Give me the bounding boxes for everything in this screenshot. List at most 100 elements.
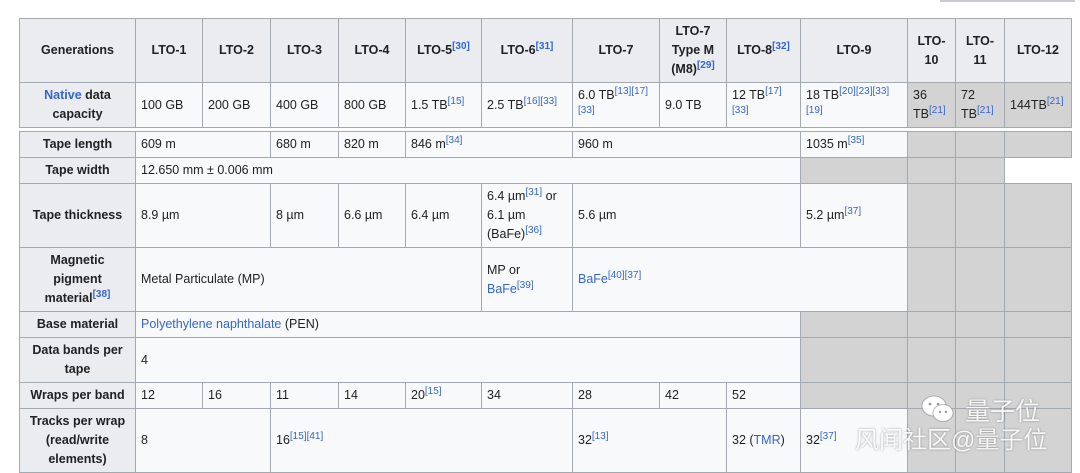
reference-link[interactable]: [41] xyxy=(307,431,324,442)
reference-link[interactable]: [33] xyxy=(540,95,557,106)
reference-link[interactable]: [15] xyxy=(290,431,307,442)
cell-text: 6.4 µm xyxy=(487,189,526,203)
unavailable-cell xyxy=(800,311,908,338)
citation: [21] xyxy=(1047,95,1064,106)
citation: [40] xyxy=(608,270,625,281)
wiki-link[interactable]: Polyethylene naphthalate xyxy=(141,317,281,331)
citation: [35] xyxy=(848,135,865,146)
citation: [33] xyxy=(732,105,749,116)
reference-link[interactable]: [21] xyxy=(1047,95,1064,106)
table-cell: 9.0 TB xyxy=(659,82,727,128)
header-row: Generations LTO-1 LTO-2 LTO-3 LTO-4 LTO-5[30]… xyxy=(19,18,1072,83)
reference-link[interactable]: [29] xyxy=(697,60,715,71)
table-cell: Metal Particulate (MP) xyxy=(135,247,482,312)
cell-text: 1.5 TB xyxy=(411,97,448,112)
generations-header: Generations xyxy=(19,18,136,83)
row-header: Data bands per tape xyxy=(19,337,136,383)
cell-text: 6.6 µm xyxy=(344,208,383,222)
reference-link[interactable]: [37] xyxy=(844,206,861,217)
wiki-link[interactable]: Native xyxy=(44,88,82,102)
table-cell: BaFe[40][37] xyxy=(572,247,908,312)
reference-link[interactable]: [15] xyxy=(448,95,465,106)
reference-link[interactable]: [13] xyxy=(592,431,609,442)
reference-link[interactable]: [37] xyxy=(820,431,837,442)
unavailable-cell xyxy=(800,337,908,383)
reference-link[interactable]: [38] xyxy=(93,289,111,300)
reference-link[interactable]: [16] xyxy=(524,95,541,106)
row-header: Tape length xyxy=(19,131,136,158)
reference-link[interactable]: [37] xyxy=(625,270,642,281)
citation: [15] xyxy=(448,95,465,106)
reference-link[interactable]: [17] xyxy=(765,86,782,97)
cell-text: 200 GB xyxy=(208,97,251,112)
citation: [38] xyxy=(93,289,111,300)
unavailable-cell xyxy=(1004,131,1072,158)
table-cell: 400 GB xyxy=(270,82,339,128)
unavailable-cell xyxy=(907,247,956,312)
citation: [36] xyxy=(525,225,542,236)
cell-text: Metal Particulate (MP) xyxy=(141,272,265,286)
citation: [37] xyxy=(625,270,642,281)
unavailable-cell xyxy=(955,183,1005,248)
cell-text: 20 xyxy=(411,388,425,402)
reference-link[interactable]: [31] xyxy=(525,187,542,198)
citation: [15] xyxy=(425,386,442,397)
generation-header: LTO-6[31] xyxy=(481,18,573,83)
unavailable-cell xyxy=(1004,408,1072,473)
unavailable-cell xyxy=(955,408,1005,473)
cell-text: 846 m xyxy=(411,137,446,151)
cell-text: 8 xyxy=(141,433,148,447)
cell-text: 8.9 µm xyxy=(141,208,180,222)
wiki-link[interactable]: BaFe xyxy=(487,282,517,296)
reference-link[interactable]: [40] xyxy=(608,270,625,281)
cell-text: 9.0 TB xyxy=(665,97,702,112)
table-cell: 8.9 µm xyxy=(135,183,271,248)
table-cell: 34 xyxy=(481,382,573,409)
wiki-link[interactable]: TMR xyxy=(754,433,781,447)
citation: [21] xyxy=(929,105,946,116)
cell-text: Generations xyxy=(41,43,114,57)
reference-link[interactable]: [32] xyxy=(772,41,790,52)
lto-generations-table: Generations LTO-1 LTO-2 LTO-3 LTO-4 LTO-5[30]… xyxy=(19,18,1072,473)
wiki-link[interactable]: BaFe xyxy=(578,272,608,286)
reference-link[interactable]: [33] xyxy=(732,105,749,116)
reference-link[interactable]: [33] xyxy=(578,105,595,116)
reference-link[interactable]: [20] xyxy=(839,86,856,97)
table-cell: 18 TB[20][23][33] [19] xyxy=(800,82,908,128)
generation-header: LTO-11 xyxy=(955,18,1005,83)
cell-text: 1035 m xyxy=(806,137,848,151)
citation: [13] xyxy=(615,86,632,97)
cell-text: 144TB xyxy=(1010,97,1047,112)
cell-text: 52 xyxy=(732,388,746,402)
table-cell: 8 xyxy=(135,408,271,473)
citation: [31] xyxy=(525,187,542,198)
reference-link[interactable]: [23] xyxy=(856,86,873,97)
generation-header: LTO-12 xyxy=(1004,18,1072,83)
cell-text: (PEN) xyxy=(281,317,319,331)
table-row: Tape width 12.650 mm ± 0.006 mm xyxy=(19,157,1072,184)
reference-link[interactable]: [39] xyxy=(517,279,534,290)
reference-link[interactable]: [15] xyxy=(425,386,442,397)
table-cell: 200 GB xyxy=(202,82,271,128)
cell-text: 72 TB xyxy=(961,88,977,121)
reference-link[interactable]: [35] xyxy=(848,135,865,146)
reference-link[interactable]: [31] xyxy=(536,41,554,52)
reference-link[interactable]: [21] xyxy=(929,105,946,116)
reference-link[interactable]: [19] xyxy=(806,105,823,116)
table-cell: 28 xyxy=(572,382,660,409)
reference-link[interactable]: [34] xyxy=(446,135,463,146)
table-cell: 52 xyxy=(726,382,801,409)
reference-link[interactable]: [30] xyxy=(452,41,470,52)
table-cell: 5.2 µm[37] xyxy=(800,183,908,248)
cell-text: Wraps per band xyxy=(30,388,125,402)
cell-text: 400 GB xyxy=(276,97,319,112)
reference-link[interactable]: [13] xyxy=(615,86,632,97)
reference-link[interactable]: [21] xyxy=(977,105,994,116)
reference-link[interactable]: [17] xyxy=(631,86,648,97)
table-cell: 36 TB[21] xyxy=(907,82,956,128)
citation: [33] xyxy=(873,86,890,97)
generation-header: LTO-2 xyxy=(202,18,271,83)
unavailable-cell xyxy=(907,183,956,248)
reference-link[interactable]: [33] xyxy=(873,86,890,97)
reference-link[interactable]: [36] xyxy=(525,225,542,236)
